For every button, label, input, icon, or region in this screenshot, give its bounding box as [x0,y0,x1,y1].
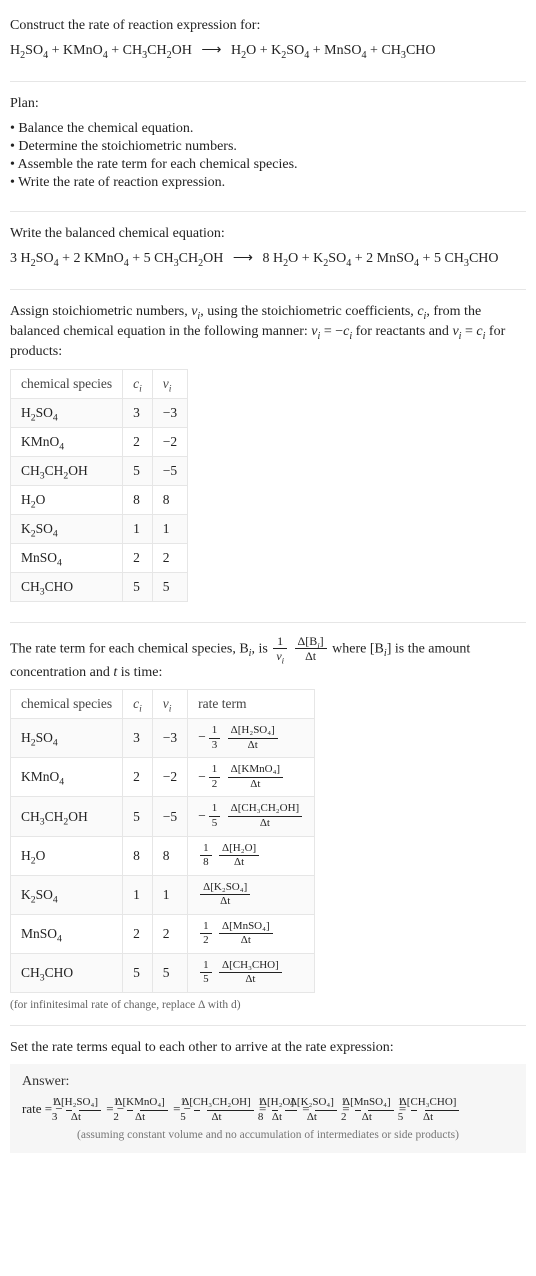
balanced-lhs: 3 H2SO4 + 2 KMnO4 + 5 CH3CH2OH [10,251,223,266]
unbalanced-rhs: H2O + K2SO4 + MnSO4 + CH3CHO [231,43,436,58]
table-row: CH3CHO55 [11,572,188,601]
answer-box: Answer: rate = −13 Δ[H₂SO₄]Δt = −12 Δ[KM… [10,1064,526,1153]
th-rate-term: rate term [188,690,315,719]
plan-item: Write the rate of reaction expression. [10,175,526,191]
table-row: H2SO43−3 [11,398,188,427]
th-species: chemical species [11,369,123,398]
rate-table: chemical species ci νi rate term H2SO43−… [10,689,315,993]
balanced-rhs: 8 H2O + K2SO4 + 2 MnSO4 + 5 CH3CHO [262,251,498,266]
rate-equation: rate = −13 Δ[H₂SO₄]Δt = −12 Δ[KMnO₄]Δt =… [22,1096,514,1123]
arrow-icon: ⟶ [195,43,227,58]
table-row: H2O88 [11,485,188,514]
table-row: H2SO43−3−13 Δ[H₂SO₄]Δt [11,719,315,758]
table-row: CH3CH2OH5−5 [11,456,188,485]
arrow-icon: ⟶ [227,251,259,266]
plan-section: Plan: Balance the chemical equation. Dete… [10,86,526,206]
table-row: K2SO411Δ[K₂SO₄]Δt [11,875,315,914]
rate-intro: The rate term for each chemical species,… [10,635,526,683]
answer-note: (assuming constant volume and no accumul… [22,1129,514,1141]
table-row: MnSO422 [11,543,188,572]
th-nui: νi [152,369,187,398]
table-row: KMnO42−2 [11,427,188,456]
rate-tbody: H2SO43−3−13 Δ[H₂SO₄]ΔtKMnO42−2−12 Δ[KMnO… [11,719,315,993]
th-ci: ci [123,369,153,398]
table-row: CH3CHO5515 Δ[CH₃CHO]Δt [11,953,315,992]
unbalanced-lhs: H2SO4 + KMnO4 + CH3CH2OH [10,43,192,58]
th-species: chemical species [11,690,123,719]
balanced-section: Write the balanced chemical equation: 3 … [10,216,526,285]
table-row: KMnO42−2−12 Δ[KMnO₄]Δt [11,758,315,797]
stoich-section: Assign stoichiometric numbers, νi, using… [10,294,526,618]
frac-dBi-dt: Δ[Bi]Δt [293,635,329,663]
balanced-equation: 3 H2SO4 + 2 KMnO4 + 5 CH3CH2OH ⟶ 8 H2O +… [10,250,526,267]
th-nui: νi [152,690,187,719]
th-ci: ci [123,690,153,719]
title-text: Construct the rate of reaction expressio… [10,16,526,36]
balanced-label: Write the balanced chemical equation: [10,224,526,244]
plan-label: Plan: [10,94,526,114]
frac-1-over-nu: 1νi [271,635,289,663]
plan-item: Balance the chemical equation. [10,121,526,137]
rate-term-section: The rate term for each chemical species,… [10,627,526,1021]
stoich-table: chemical species ci νi H2SO43−3KMnO42−2C… [10,369,188,602]
stoich-tbody: H2SO43−3KMnO42−2CH3CH2OH5−5H2O88K2SO411M… [11,398,188,601]
plan-list: Balance the chemical equation. Determine … [10,121,526,191]
final-section: Set the rate terms equal to each other t… [10,1030,526,1167]
table-row: K2SO411 [11,514,188,543]
unbalanced-equation: H2SO4 + KMnO4 + CH3CH2OH ⟶ H2O + K2SO4 +… [10,42,526,59]
plan-item: Assemble the rate term for each chemical… [10,157,526,173]
table-row: H2O8818 Δ[H₂O]Δt [11,836,315,875]
final-label: Set the rate terms equal to each other t… [10,1038,526,1058]
answer-label: Answer: [22,1074,514,1090]
table-row: CH3CH2OH5−5−15 Δ[CH₃CH₂OH]Δt [11,797,315,836]
table-row: MnSO42212 Δ[MnSO₄]Δt [11,914,315,953]
assign-text: Assign stoichiometric numbers, νi, using… [10,302,526,363]
title-section: Construct the rate of reaction expressio… [10,8,526,77]
table-note: (for infinitesimal rate of change, repla… [10,999,526,1011]
plan-item: Determine the stoichiometric numbers. [10,139,526,155]
